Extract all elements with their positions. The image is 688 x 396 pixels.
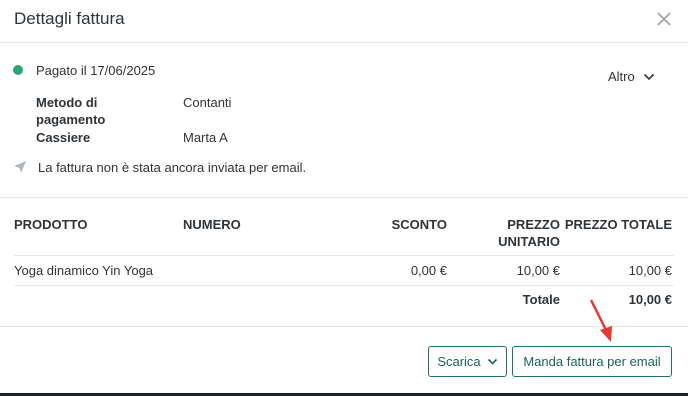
column-header-prezzo-totale: PREZZO TOTALE (564, 217, 672, 232)
total-label: Totale (522, 292, 560, 307)
invoice-details-modal: Dettagli fattura Pagato il 17/06/2025 Al… (0, 0, 688, 396)
modal-title: Dettagli fattura (14, 9, 125, 28)
chevron-down-icon (487, 358, 497, 365)
column-header-prezzo-unitario: PREZZO UNITARIO (498, 217, 560, 249)
table-divider (14, 285, 674, 286)
email-status-notice: La fattura non è stata ancora inviata pe… (38, 160, 307, 175)
close-icon[interactable] (656, 11, 672, 27)
annotation-arrow-icon (589, 299, 612, 342)
table-cell-prodotto: Yoga dinamico Yin Yoga (14, 263, 154, 278)
chevron-down-icon (643, 73, 654, 80)
download-dropdown-button[interactable]: Scarica (428, 346, 507, 377)
column-header-sconto: SCONTO (391, 217, 447, 232)
payment-method-value: Contanti (183, 95, 232, 110)
status-dot-icon (13, 65, 23, 75)
send-icon (14, 161, 26, 173)
payment-method-label: Metodo di pagamento (36, 95, 106, 127)
column-header-prodotto: PRODOTTO (14, 217, 88, 232)
table-divider (14, 255, 674, 256)
table-cell-prezzo-totale: 10,00 € (628, 263, 672, 278)
table-cell-prezzo-unitario: 10,00 € (516, 263, 560, 278)
modal-header: Dettagli fattura (0, 0, 688, 43)
send-email-button-label: Manda fattura per email (523, 354, 661, 369)
altro-label: Altro (608, 69, 635, 84)
download-button-label: Scarica (437, 354, 481, 369)
cashier-value: Marta A (183, 130, 228, 145)
total-value: 10,00 € (628, 292, 672, 307)
payment-status: Pagato il 17/06/2025 (36, 63, 156, 78)
column-header-numero: NUMERO (183, 217, 241, 232)
table-cell-sconto: 0,00 € (410, 263, 447, 278)
footer-divider (0, 326, 688, 327)
invoice-info-section: Pagato il 17/06/2025 Altro Metodo di pag… (0, 44, 688, 198)
cashier-label: Cassiere (36, 130, 91, 145)
altro-dropdown[interactable]: Altro (608, 69, 655, 84)
send-invoice-email-button[interactable]: Manda fattura per email (512, 346, 672, 377)
